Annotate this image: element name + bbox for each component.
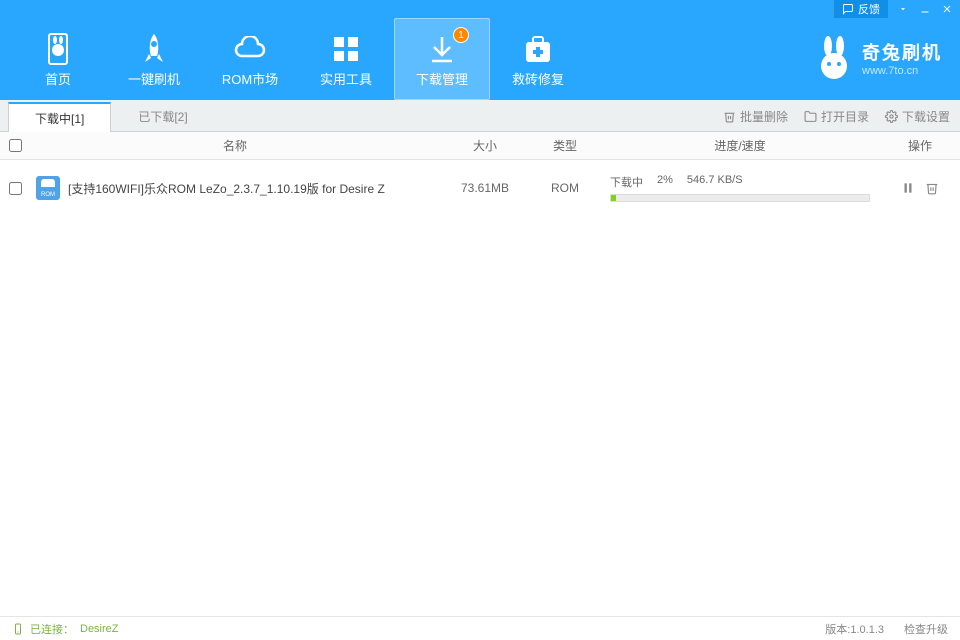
nav-label: 下载管理 <box>416 69 468 88</box>
status-connection: 已连接： DesireZ <box>12 621 119 637</box>
nav-label: 一键刷机 <box>128 69 180 88</box>
rabbit-icon <box>43 31 73 67</box>
rom-file-icon: ROM <box>36 176 60 200</box>
progress-status: 下载中 <box>610 174 643 190</box>
table-row: ROM [支持160WIFI]乐众ROM LeZo_2.3.7_1.10.19版… <box>0 160 960 216</box>
gear-icon <box>885 110 898 123</box>
version-info: 版本:1.0.1.3 <box>825 621 884 637</box>
pause-button[interactable] <box>901 181 915 195</box>
tab-downloading[interactable]: 下载中[1] <box>8 102 111 132</box>
nav-rescue[interactable]: 救砖修复 <box>490 18 586 100</box>
row-checkbox[interactable] <box>9 182 22 195</box>
download-settings-button[interactable]: 下载设置 <box>885 108 950 125</box>
feedback-label: 反馈 <box>858 1 880 17</box>
select-all-checkbox[interactable] <box>9 139 22 152</box>
tab-downloaded[interactable]: 已下载[2] <box>111 101 214 131</box>
minimize-icon <box>919 3 931 15</box>
col-progress: 进度/速度 <box>600 137 880 154</box>
batch-delete-label: 批量删除 <box>740 108 788 125</box>
progress-speed: 546.7 KB/S <box>687 174 743 190</box>
close-button[interactable] <box>936 0 958 18</box>
speech-icon <box>842 3 854 15</box>
col-name: 名称 <box>30 137 440 154</box>
nav-home[interactable]: 首页 <box>10 18 106 100</box>
brand-title: 奇兔刷机 <box>862 39 942 65</box>
brand-url: www.7to.cn <box>862 65 942 77</box>
titlebar: 反馈 <box>0 0 960 18</box>
nav-label: 首页 <box>45 69 71 88</box>
brand: 奇兔刷机 www.7to.cn <box>814 36 942 80</box>
nav-flash[interactable]: 一键刷机 <box>106 18 202 100</box>
brand-logo-icon <box>814 36 854 80</box>
feedback-button[interactable]: 反馈 <box>834 0 888 19</box>
pause-icon <box>901 181 915 195</box>
nav-label: 实用工具 <box>320 69 372 88</box>
nav-downloads[interactable]: 1 下载管理 <box>394 18 490 100</box>
minimize-button[interactable] <box>914 0 936 18</box>
table-body: ROM [支持160WIFI]乐众ROM LeZo_2.3.7_1.10.19版… <box>0 160 960 618</box>
grid-icon <box>332 31 360 67</box>
progress-bar-fill <box>611 195 616 201</box>
phone-icon <box>12 623 24 635</box>
nav-label: 救砖修复 <box>512 69 564 88</box>
row-size: 73.61MB <box>440 181 530 195</box>
table-header: 名称 大小 类型 进度/速度 操作 <box>0 132 960 160</box>
trash-icon <box>925 181 939 195</box>
download-settings-label: 下载设置 <box>902 108 950 125</box>
progress-percent: 2% <box>657 174 673 190</box>
connected-label: 已连接： <box>30 621 74 637</box>
dropdown-button[interactable] <box>892 0 914 18</box>
open-folder-label: 打开目录 <box>821 108 869 125</box>
rocket-icon <box>139 31 169 67</box>
nav: 首页 一键刷机 ROM市场 实用工具 1 下载管理 <box>0 18 586 100</box>
chevron-down-icon <box>898 4 908 14</box>
close-icon <box>941 3 953 15</box>
col-type: 类型 <box>530 137 600 154</box>
trash-icon <box>723 110 736 123</box>
col-size: 大小 <box>440 137 530 154</box>
col-action: 操作 <box>880 137 960 154</box>
medkit-icon <box>522 31 554 67</box>
delete-button[interactable] <box>925 181 939 195</box>
tabs-row: 下载中[1] 已下载[2] 批量删除 打开目录 下载设置 <box>0 100 960 132</box>
device-name: DesireZ <box>80 623 119 635</box>
nav-rom-market[interactable]: ROM市场 <box>202 18 298 100</box>
nav-tools[interactable]: 实用工具 <box>298 18 394 100</box>
progress-wrap: 下载中 2% 546.7 KB/S <box>600 174 880 202</box>
row-name: [支持160WIFI]乐众ROM LeZo_2.3.7_1.10.19版 for… <box>68 180 385 197</box>
open-folder-button[interactable]: 打开目录 <box>804 108 869 125</box>
batch-delete-button[interactable]: 批量删除 <box>723 108 788 125</box>
cloud-icon <box>232 31 268 67</box>
progress-bar <box>610 194 870 202</box>
statusbar: 已连接： DesireZ 版本:1.0.1.3 检查升级 <box>0 616 960 640</box>
toolbar-actions: 批量删除 打开目录 下载设置 <box>723 100 950 132</box>
check-update-button[interactable]: 检查升级 <box>904 621 948 637</box>
header: 首页 一键刷机 ROM市场 实用工具 1 下载管理 <box>0 18 960 100</box>
row-type: ROM <box>530 181 600 195</box>
nav-label: ROM市场 <box>222 69 278 88</box>
badge: 1 <box>453 27 469 43</box>
folder-icon <box>804 110 817 123</box>
